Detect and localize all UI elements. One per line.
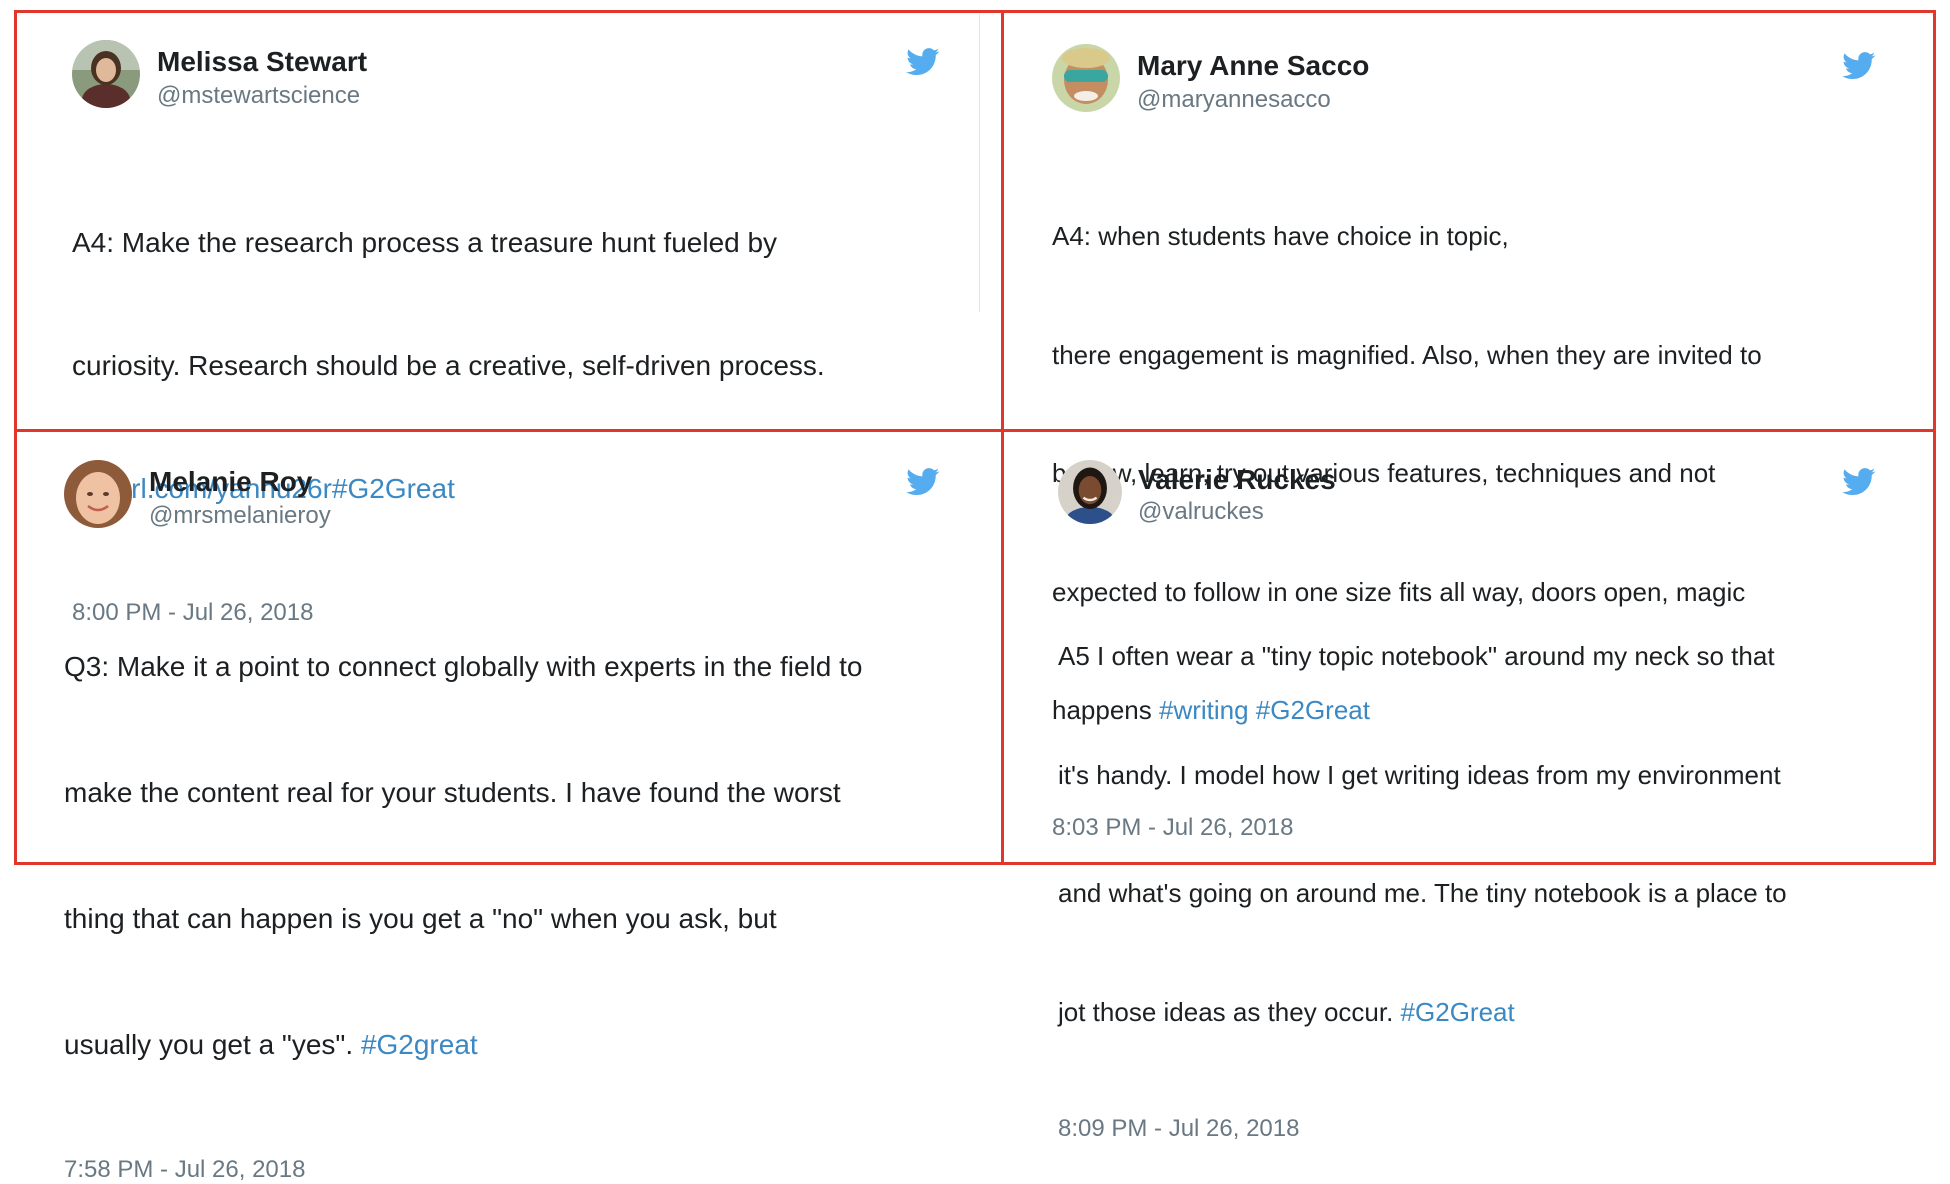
tweet-text-segment: there engagement is magnified. Also, whe… (1052, 339, 1762, 370)
avatar[interactable] (72, 40, 140, 108)
twitter-bird-icon[interactable] (1842, 468, 1876, 496)
tweet-text-line: A4: when students have choice in topic, (1052, 217, 1892, 257)
tweet-timestamp[interactable]: 8:09 PM - Jul 26, 2018 (1058, 1115, 1898, 1143)
frame-right-border (1933, 10, 1936, 865)
hashtag-link[interactable]: #G2great (361, 1029, 478, 1060)
user-name[interactable]: Melanie Roy (149, 466, 312, 498)
twitter-bird-icon[interactable] (906, 48, 940, 76)
tweet-text-segment: A4: when students have choice in topic, (1052, 221, 1509, 251)
hashtag-link[interactable]: #G2Great (1401, 997, 1515, 1027)
user-handle[interactable]: @mstewartscience (157, 82, 360, 110)
tweet-text-segment: curiosity. Research should be a creative… (72, 350, 825, 381)
tweet-text-segment: usually you get a "yes". (64, 1029, 361, 1060)
twitter-bird-icon[interactable] (1842, 52, 1876, 80)
tweet-text-segment: it's handy. I model how I get writing id… (1058, 759, 1781, 790)
tweet-text-line: A4: Make the research process a treasure… (72, 222, 952, 263)
tweet-text-line: jot those ideas as they occur. #G2Great (1058, 993, 1898, 1033)
tweet-text-line: there engagement is magnified. Also, whe… (1052, 336, 1892, 376)
user-handle[interactable]: @valruckes (1138, 498, 1264, 526)
user-name[interactable]: Melissa Stewart (157, 46, 367, 78)
tweet-text-line: usually you get a "yes". #G2great (64, 1024, 964, 1066)
tweet-text-segment: jot those ideas as they occur. (1058, 996, 1401, 1027)
tweet-text-line: and what's going on around me. The tiny … (1058, 874, 1898, 914)
tweet-text-segment: A4: Make the research process a treasure… (72, 227, 778, 258)
tweet-header: Melissa Stewart @mstewartscience (72, 40, 952, 124)
tweet-text-line: it's handy. I model how I get writing id… (1058, 756, 1898, 796)
tweet-text-segment: Q3: Make it a point to connect globally … (64, 651, 863, 682)
tweet-header: Mary Anne Sacco @maryannesacco (1052, 44, 1892, 128)
tweet-card-divider (979, 14, 980, 312)
tweet-timestamp[interactable]: 7:58 PM - Jul 26, 2018 (64, 1156, 964, 1184)
user-handle[interactable]: @mrsmelanieroy (149, 502, 331, 530)
tweet-text-segment: make the content real for your students.… (64, 777, 841, 808)
twitter-bird-icon[interactable] (906, 468, 940, 496)
tweet-card[interactable]: Melanie Roy @mrsmelanieroy Q3: Make it a… (64, 460, 964, 1184)
tweet-card[interactable]: Valerie Ruckes @valruckes A5 I often wea… (1058, 460, 1898, 1143)
tweet-text-line: A5 I often wear a "tiny topic notebook" … (1058, 637, 1898, 677)
frame-top-border (14, 10, 1936, 13)
avatar[interactable] (1052, 44, 1120, 112)
tweet-text-segment: thing that can happen is you get a "no" … (64, 903, 777, 934)
avatar[interactable] (64, 460, 132, 528)
tweet-text-line: Q3: Make it a point to connect globally … (64, 646, 964, 688)
tweet-header: Valerie Ruckes @valruckes (1058, 460, 1898, 544)
user-name[interactable]: Mary Anne Sacco (1137, 50, 1369, 82)
frame-left-border (14, 10, 17, 865)
tweet-text-line: make the content real for your students.… (64, 772, 964, 814)
tweet-text-segment: A5 I often wear a "tiny topic notebook" … (1058, 641, 1775, 671)
avatar[interactable] (1058, 460, 1122, 524)
user-name[interactable]: Valerie Ruckes (1138, 464, 1336, 496)
user-handle[interactable]: @maryannesacco (1137, 86, 1331, 114)
tweet-text-line: curiosity. Research should be a creative… (72, 345, 952, 386)
frame-middle-vertical (1001, 10, 1004, 865)
tweet-text-segment: and what's going on around me. The tiny … (1058, 878, 1787, 908)
tweet-header: Melanie Roy @mrsmelanieroy (64, 460, 964, 544)
tweet-text: Q3: Make it a point to connect globally … (64, 562, 964, 1150)
tweet-text: A5 I often wear a "tiny topic notebook" … (1058, 558, 1898, 1111)
tweet-text-line: thing that can happen is you get a "no" … (64, 898, 964, 940)
